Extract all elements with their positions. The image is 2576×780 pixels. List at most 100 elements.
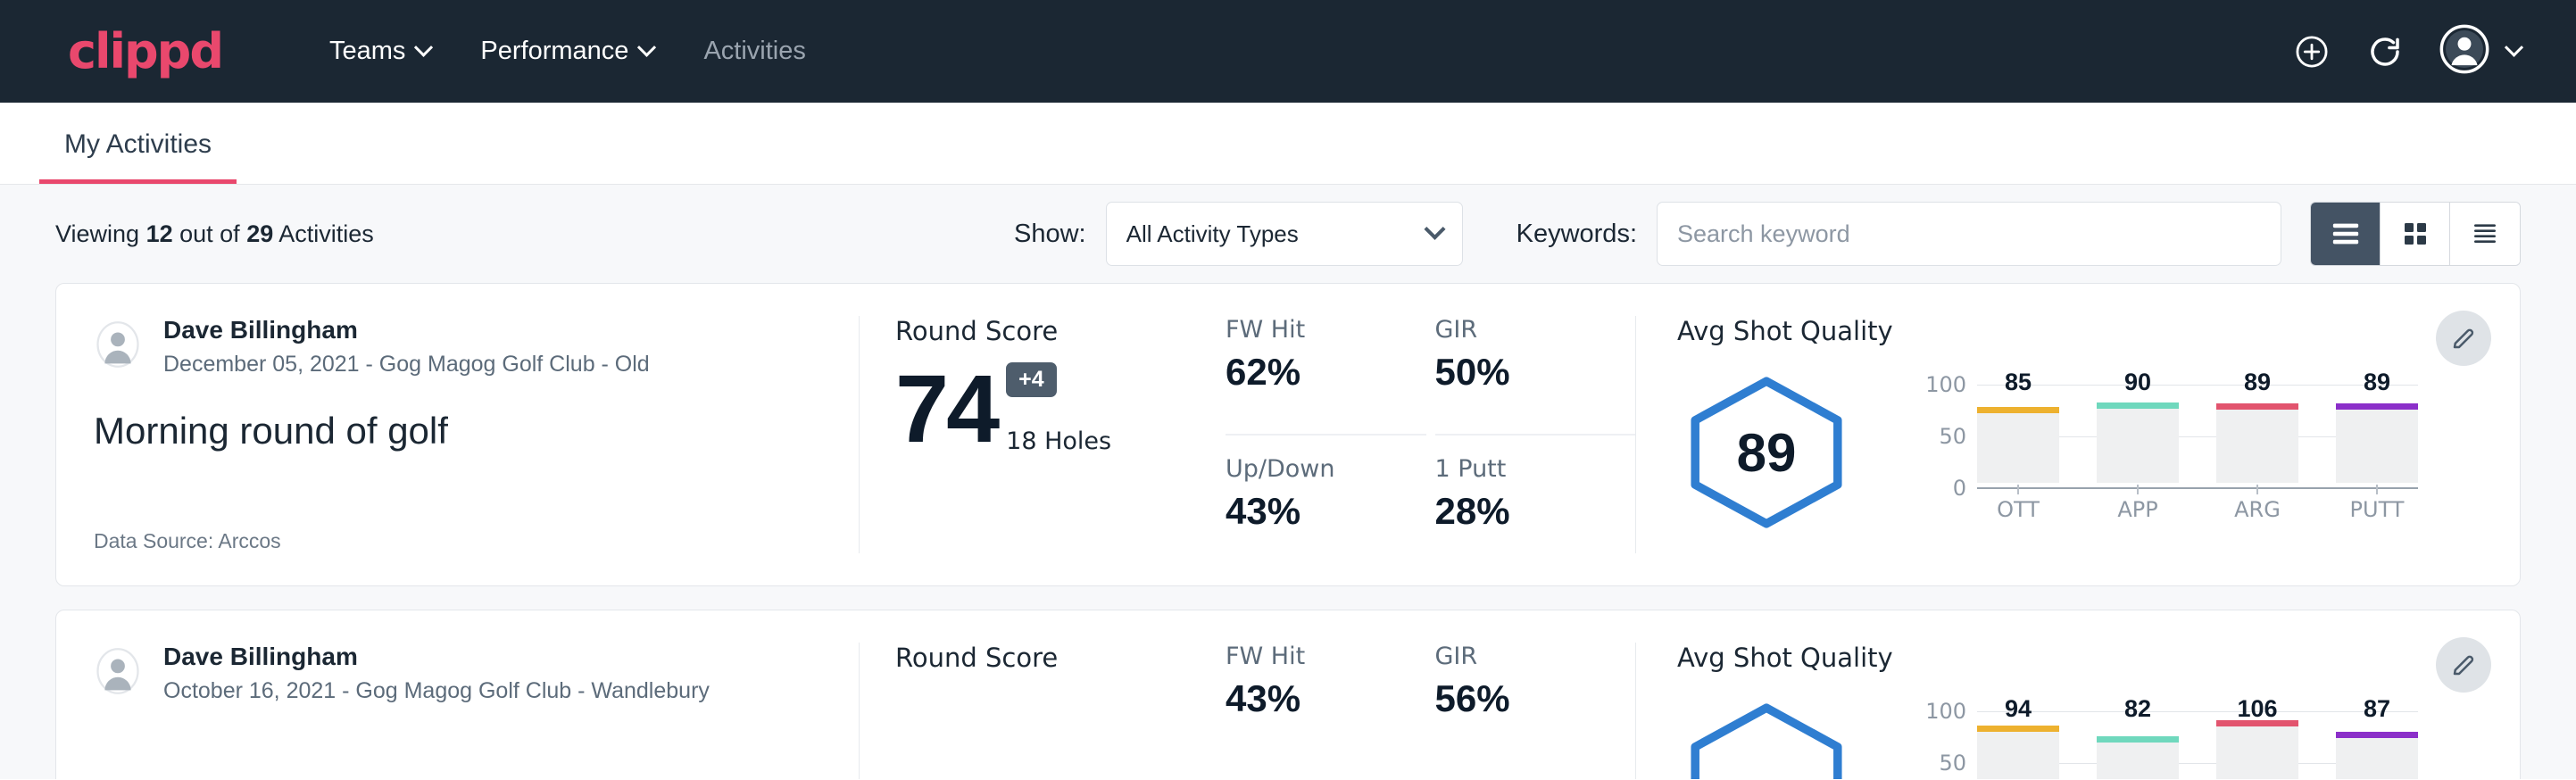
compact-view-button[interactable]: [2450, 203, 2520, 265]
tab-strip: My Activities: [0, 103, 2576, 185]
chart-bar-putt: 87: [2336, 699, 2418, 779]
search-keyword-box[interactable]: [1657, 202, 2281, 266]
chart-bar-value: 82: [2097, 695, 2179, 723]
avg-shot-quality-hexagon: 89: [1677, 372, 1856, 533]
stat-one-putt: 1 Putt 28%: [1435, 436, 1636, 553]
tab-my-activities[interactable]: My Activities: [39, 129, 237, 184]
chart-bar-body: [2097, 402, 2179, 483]
chart-x-ticks: [1977, 485, 2418, 494]
chart-bar-value: 89: [2336, 369, 2418, 396]
grid-view-button[interactable]: [2381, 203, 2450, 265]
stat-fw-hit: FW Hit 43%: [1226, 643, 1426, 779]
stat-up-down-value: 43%: [1226, 490, 1400, 533]
filter-controls: Show: All Activity Types Keywords:: [1014, 202, 2521, 266]
activity-subtitle: October 16, 2021 - Gog Magog Golf Club -…: [163, 678, 710, 704]
stat-gir-value: 56%: [1435, 677, 1609, 720]
viewing-total: 29: [246, 220, 273, 247]
avatar: [94, 647, 142, 700]
viewing-suffix: Activities: [273, 220, 374, 247]
stat-up-down: Up/Down 43%: [1226, 436, 1426, 553]
chart-bar-value: 106: [2216, 695, 2298, 723]
edit-activity-button[interactable]: [2436, 637, 2491, 693]
avg-shot-quality-label: Avg Shot Quality: [1677, 643, 2484, 673]
pencil-icon: [2450, 651, 2477, 678]
avg-shot-quality-label: Avg Shot Quality: [1677, 316, 2484, 346]
chart-bar-body: [2216, 720, 2298, 779]
navbar-actions: [2293, 24, 2521, 79]
stat-one-putt-label: 1 Putt: [1435, 455, 1609, 483]
activity-card-list: Dave Billingham December 05, 2021 - Gog …: [55, 283, 2521, 779]
chart-x-label: ARG: [2216, 497, 2298, 522]
nav-item-performance[interactable]: Performance: [455, 37, 678, 66]
refresh-icon[interactable]: [2366, 33, 2404, 71]
edit-activity-button[interactable]: [2436, 311, 2491, 366]
account-menu[interactable]: [2439, 24, 2521, 79]
stat-up-down-label: Up/Down: [1226, 455, 1400, 483]
nav-item-teams[interactable]: Teams: [304, 37, 455, 66]
chart-bar-value: 87: [2336, 695, 2418, 723]
chart-bar-cap: [2216, 403, 2298, 410]
nav-item-activities[interactable]: Activities: [678, 37, 830, 66]
round-score-value: 74: [895, 363, 997, 455]
chart-bar-cap: [2097, 402, 2179, 409]
nav-item-teams-label: Teams: [329, 37, 405, 66]
activity-data-source: Data Source: Arccos: [94, 529, 821, 553]
stat-fw-hit-value: 43%: [1226, 677, 1400, 720]
stats-column: FW Hit 43% GIR 56% Up/Down 1 Putt: [1217, 643, 1636, 779]
chart-bars: 85908989: [1977, 372, 2418, 483]
chart-x-labels: OTTAPPARGPUTT: [1977, 497, 2418, 522]
chart-x-tick: [2216, 485, 2298, 494]
shot-quality-bar-chart: 100 50 0 85908989 OTTAPPARGPUTT: [1918, 372, 2418, 533]
tab-my-activities-label: My Activities: [64, 129, 212, 159]
chart-x-label: APP: [2097, 497, 2179, 522]
activity-info-column: Dave Billingham October 16, 2021 - Gog M…: [56, 643, 860, 779]
show-label: Show:: [1014, 220, 1086, 249]
chart-bar-putt: 89: [2336, 372, 2418, 483]
activity-card[interactable]: Dave Billingham December 05, 2021 - Gog …: [55, 283, 2521, 586]
y-tick-100: 100: [1918, 372, 1966, 397]
stat-fw-hit-value: 62%: [1226, 351, 1400, 394]
activity-user: Dave Billingham December 05, 2021 - Gog …: [94, 316, 821, 378]
nav-item-performance-label: Performance: [480, 37, 628, 66]
activity-subtitle: December 05, 2021 - Gog Magog Golf Club …: [163, 352, 650, 378]
chart-bar-ott: 94: [1977, 699, 2059, 779]
activity-card[interactable]: Dave Billingham October 16, 2021 - Gog M…: [55, 610, 2521, 779]
avg-shot-quality-value: 89: [1677, 372, 1856, 533]
grid-view-icon: [2400, 220, 2431, 248]
chart-bar-app: 90: [2097, 372, 2179, 483]
chart-bar-ott: 85: [1977, 372, 2059, 483]
stat-gir: GIR 50%: [1435, 316, 1636, 436]
plus-circle-icon[interactable]: [2293, 33, 2331, 71]
chart-bar-cap: [1977, 407, 2059, 413]
main-content: Viewing 12 out of 29 Activities Show: Al…: [0, 185, 2576, 779]
shot-quality-bar-chart: 100 50 0 948210687 OTTAPPARGPUTT: [1918, 699, 2418, 779]
pencil-icon: [2450, 325, 2477, 352]
chevron-down-icon: [637, 38, 656, 57]
chart-bar-cap: [2097, 736, 2179, 743]
chart-bar-cap: [2336, 732, 2418, 738]
chart-bar-cap: [2336, 403, 2418, 410]
chevron-down-icon: [2505, 38, 2523, 57]
stat-gir: GIR 56%: [1435, 643, 1636, 779]
stat-fw-hit-label: FW Hit: [1226, 643, 1400, 670]
activity-type-select[interactable]: All Activity Types: [1106, 202, 1463, 266]
chart-bar-app: 82: [2097, 699, 2179, 779]
account-avatar-icon: [2439, 24, 2489, 79]
list-view-button[interactable]: [2311, 203, 2381, 265]
stat-fw-hit: FW Hit 62%: [1226, 316, 1426, 436]
chart-x-tick: [1977, 485, 2059, 494]
activity-title: Morning round of golf: [94, 410, 821, 452]
chart-bar-body: [1977, 726, 2059, 779]
stats-column: FW Hit 62% GIR 50% Up/Down 43% 1 Putt 28…: [1217, 316, 1636, 553]
round-score-column: Round Score 74 +4 18 Holes: [860, 316, 1217, 553]
search-input[interactable]: [1677, 220, 2261, 248]
y-tick-0: 0: [1918, 476, 1966, 501]
y-tick-100: 100: [1918, 699, 1966, 724]
round-score-column: Round Score: [860, 643, 1217, 779]
activity-user-name: Dave Billingham: [163, 643, 710, 671]
holes-played: 18 Holes: [1006, 427, 1111, 455]
round-score-label: Round Score: [895, 316, 1181, 346]
clippd-logo[interactable]: clippd: [68, 28, 222, 76]
avg-shot-quality-column: Avg Shot Quality 100 50: [1636, 643, 2520, 779]
avatar: [94, 320, 142, 373]
